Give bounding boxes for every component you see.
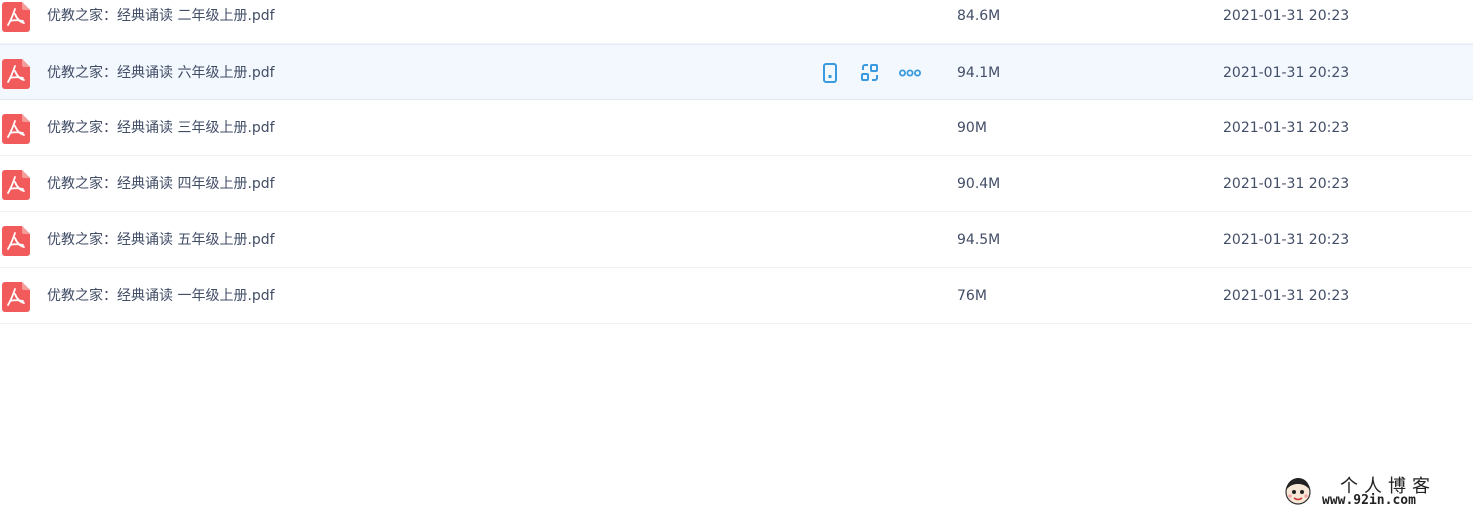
pdf-file-icon bbox=[2, 226, 30, 256]
file-name[interactable]: 优教之家：经典诵读 三年级上册.pdf bbox=[47, 100, 275, 156]
file-date: 2021-01-31 20:23 bbox=[1223, 176, 1350, 192]
file-name[interactable]: 优教之家：经典诵读 五年级上册.pdf bbox=[47, 212, 275, 268]
file-date: 2021-01-31 20:23 bbox=[1223, 65, 1350, 81]
file-row-hovered[interactable]: 优教之家：经典诵读 六年级上册.pdf 94.1M 2021-01-31 20:… bbox=[0, 44, 1473, 100]
file-list: 优教之家：经典诵读 二年级上册.pdf 84.6M 2021-01-31 20:… bbox=[0, 0, 1473, 324]
file-name[interactable]: 优教之家：经典诵读 一年级上册.pdf bbox=[47, 268, 275, 324]
file-date: 2021-01-31 20:23 bbox=[1223, 120, 1350, 136]
pdf-file-icon bbox=[2, 59, 30, 89]
send-to-phone-button[interactable] bbox=[818, 61, 842, 85]
file-size: 90M bbox=[957, 120, 987, 136]
file-date: 2021-01-31 20:23 bbox=[1223, 8, 1350, 24]
pdf-file-icon bbox=[2, 282, 30, 312]
file-size: 90.4M bbox=[957, 176, 1001, 192]
file-date: 2021-01-31 20:23 bbox=[1223, 232, 1350, 248]
file-size: 94.1M bbox=[957, 65, 1001, 81]
file-size: 94.5M bbox=[957, 232, 1001, 248]
file-row[interactable]: 优教之家：经典诵读 三年级上册.pdf 90M 2021-01-31 20:23 bbox=[0, 100, 1473, 156]
share-button[interactable] bbox=[858, 61, 882, 85]
file-row[interactable]: 优教之家：经典诵读 五年级上册.pdf 94.5M 2021-01-31 20:… bbox=[0, 212, 1473, 268]
pdf-file-icon bbox=[2, 114, 30, 144]
blog-watermark: 个人博客 www.92in.com bbox=[1282, 472, 1467, 510]
file-size: 84.6M bbox=[957, 8, 1001, 24]
file-row[interactable]: 优教之家：经典诵读 四年级上册.pdf 90.4M 2021-01-31 20:… bbox=[0, 156, 1473, 212]
file-row[interactable]: 优教之家：经典诵读 一年级上册.pdf 76M 2021-01-31 20:23 bbox=[0, 268, 1473, 324]
more-icon bbox=[899, 69, 921, 77]
file-name[interactable]: 优教之家：经典诵读 四年级上册.pdf bbox=[47, 156, 275, 212]
share-icon bbox=[861, 64, 878, 81]
file-name[interactable]: 优教之家：经典诵读 二年级上册.pdf bbox=[47, 0, 275, 44]
pdf-file-icon bbox=[2, 2, 30, 32]
pdf-file-icon bbox=[2, 170, 30, 200]
file-name[interactable]: 优教之家：经典诵读 六年级上册.pdf bbox=[47, 45, 275, 101]
file-row[interactable]: 优教之家：经典诵读 二年级上册.pdf 84.6M 2021-01-31 20:… bbox=[0, 0, 1473, 44]
row-actions bbox=[818, 61, 938, 85]
phone-icon bbox=[823, 63, 837, 83]
file-size: 76M bbox=[957, 288, 987, 304]
more-button[interactable] bbox=[898, 61, 922, 85]
watermark-url: www.92in.com bbox=[1322, 493, 1416, 508]
file-date: 2021-01-31 20:23 bbox=[1223, 288, 1350, 304]
cartoon-avatar-icon bbox=[1285, 478, 1311, 505]
